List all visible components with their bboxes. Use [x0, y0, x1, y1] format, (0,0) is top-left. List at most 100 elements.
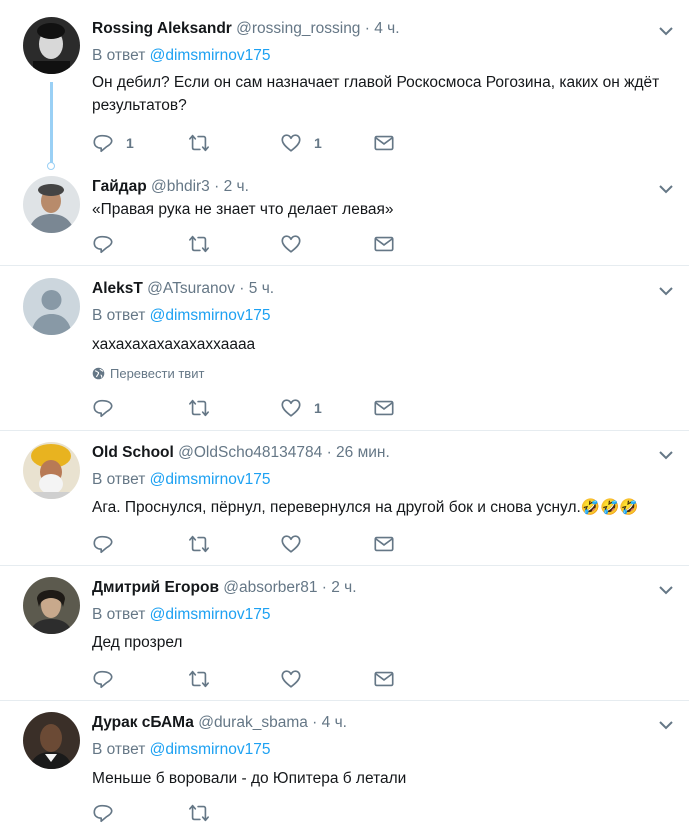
retweet-icon [189, 134, 209, 152]
reply-button[interactable] [92, 396, 126, 420]
retweet-button[interactable] [188, 667, 222, 691]
tweet-header: Дмитрий Егоров @absorber81 · 2 ч. [92, 579, 357, 597]
envelope-icon [374, 135, 394, 151]
translate-label[interactable]: Перевести твит [110, 366, 204, 381]
reply-to: В ответ @dimsmirnov175 [92, 47, 270, 65]
reply-mention[interactable]: @dimsmirnov175 [150, 741, 271, 758]
avatar[interactable] [23, 17, 80, 74]
reply-button[interactable] [92, 532, 126, 556]
tweet-text: Меньше б воровали - до Юпитера б летали [92, 770, 407, 787]
reply-mention[interactable]: @dimsmirnov175 [150, 606, 271, 623]
translate-link[interactable]: Перевести твит [92, 366, 204, 381]
reply-mention[interactable]: @dimsmirnov175 [150, 471, 271, 488]
globe-icon [92, 367, 105, 380]
reply-to: В ответ @dimsmirnov175 [92, 307, 270, 325]
like-button[interactable] [280, 532, 314, 556]
envelope-icon [374, 536, 394, 552]
reply-mention[interactable]: @dimsmirnov175 [150, 47, 271, 64]
like-button[interactable] [280, 232, 314, 256]
author-name[interactable]: Гайдар [92, 178, 147, 195]
author-handle[interactable]: @ATsuranov [147, 280, 235, 297]
tweet-time[interactable]: · 5 ч. [239, 280, 274, 297]
like-button[interactable]: 1 [280, 131, 322, 155]
chevron-down-icon[interactable] [657, 282, 675, 300]
chevron-down-icon[interactable] [657, 446, 675, 464]
chevron-down-icon[interactable] [657, 716, 675, 734]
like-count: 1 [314, 135, 322, 151]
tweet-1[interactable]: Rossing Aleksandr @rossing_rossing · 4 ч… [0, 0, 689, 170]
author-handle[interactable]: @absorber81 [223, 579, 317, 596]
tweet-text: «Правая рука не знает что делает левая» [92, 201, 394, 218]
tweet-6[interactable]: Дурак сБАМа @durak_sbama · 4 ч. В ответ … [0, 701, 689, 823]
retweet-icon [189, 399, 209, 417]
author-handle[interactable]: @bhdir3 [151, 178, 210, 195]
tweet-3[interactable]: AleksT @ATsuranov · 5 ч. В ответ @dimsmi… [0, 266, 689, 430]
like-button[interactable]: 1 [280, 396, 322, 420]
reply-icon [93, 670, 113, 689]
reply-button[interactable] [92, 801, 126, 825]
retweet-button[interactable] [188, 232, 222, 256]
reply-icon [93, 235, 113, 254]
heart-icon [281, 535, 301, 553]
tweet-text: хахахахахахахаххаааа [92, 336, 256, 353]
laughing-emoji: 🤣🤣🤣 [580, 499, 639, 516]
chevron-down-icon[interactable] [657, 581, 675, 599]
like-button[interactable] [280, 667, 314, 691]
author-handle[interactable]: @durak_sbama [198, 714, 308, 731]
author-name[interactable]: Дмитрий Егоров [92, 579, 219, 596]
heart-icon [281, 399, 301, 417]
reply-icon [93, 535, 113, 554]
like-count: 1 [314, 400, 322, 416]
retweet-button[interactable] [188, 532, 222, 556]
message-button[interactable] [373, 532, 395, 556]
reply-button[interactable]: 1 [92, 131, 134, 155]
avatar[interactable] [23, 442, 80, 499]
tweet-time[interactable]: · 2 ч. [214, 178, 249, 195]
retweet-button[interactable] [188, 131, 222, 155]
author-handle[interactable]: @rossing_rossing [236, 20, 360, 37]
tweet-time[interactable]: · 2 ч. [322, 579, 357, 596]
tweet-5[interactable]: Дмитрий Егоров @absorber81 · 2 ч. В отве… [0, 566, 689, 700]
avatar[interactable] [23, 712, 80, 769]
message-button[interactable] [373, 396, 395, 420]
retweet-button[interactable] [188, 801, 222, 825]
author-name[interactable]: AleksT [92, 280, 143, 297]
heart-icon [281, 235, 301, 253]
retweet-button[interactable] [188, 396, 222, 420]
reply-count: 1 [126, 135, 134, 151]
reply-button[interactable] [92, 232, 126, 256]
message-button[interactable] [373, 131, 395, 155]
reply-button[interactable] [92, 667, 126, 691]
retweet-icon [189, 535, 209, 553]
tweet-time[interactable]: · 26 мин. [327, 444, 390, 461]
reply-prefix: В ответ [92, 741, 146, 758]
chevron-down-icon[interactable] [657, 22, 675, 40]
thread-line [50, 82, 53, 164]
avatar[interactable] [23, 176, 80, 233]
tweet-2[interactable]: Гайдар @bhdir3 · 2 ч. «Правая рука не зн… [0, 170, 689, 265]
author-name[interactable]: Дурак сБАМа [92, 714, 194, 731]
reply-prefix: В ответ [92, 307, 146, 324]
tweet-time[interactable]: · 4 ч. [365, 20, 400, 37]
avatar[interactable] [23, 278, 80, 335]
tweet-header: Rossing Aleksandr @rossing_rossing · 4 ч… [92, 20, 400, 38]
retweet-icon [189, 235, 209, 253]
tweet-time[interactable]: · 4 ч. [312, 714, 347, 731]
reply-prefix: В ответ [92, 47, 146, 64]
avatar[interactable] [23, 577, 80, 634]
reply-mention[interactable]: @dimsmirnov175 [150, 307, 271, 324]
reply-to: В ответ @dimsmirnov175 [92, 471, 270, 489]
reply-icon [93, 134, 113, 153]
author-name[interactable]: Rossing Aleksandr [92, 20, 232, 37]
author-handle[interactable]: @OldScho48134784 [178, 444, 322, 461]
chevron-down-icon[interactable] [657, 180, 675, 198]
message-button[interactable] [373, 232, 395, 256]
author-name[interactable]: Old School [92, 444, 174, 461]
message-button[interactable] [373, 667, 395, 691]
heart-icon [281, 134, 301, 152]
thread-dot [47, 162, 55, 170]
reply-to: В ответ @dimsmirnov175 [92, 741, 270, 759]
tweet-text: Дед прозрел [92, 634, 183, 651]
heart-icon [281, 670, 301, 688]
tweet-4[interactable]: Old School @OldScho48134784 · 26 мин. В … [0, 431, 689, 565]
